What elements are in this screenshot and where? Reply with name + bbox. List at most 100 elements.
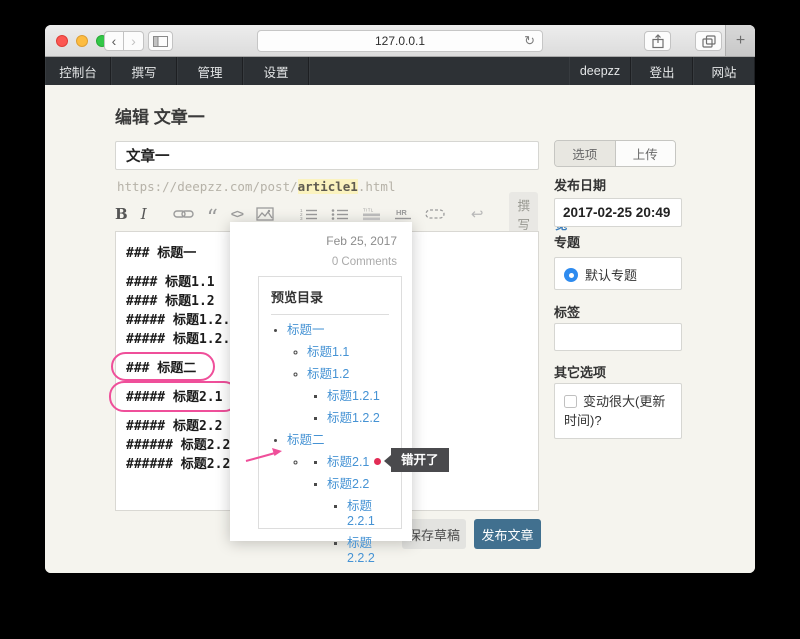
- toc-item: 标题1.2.1: [327, 389, 389, 404]
- code-button[interactable]: <>: [231, 204, 243, 224]
- page-content: 编辑 文章一 https://deepzz.com/post/article1.…: [45, 85, 755, 573]
- share-icon: [651, 34, 665, 49]
- link-button[interactable]: [173, 204, 194, 224]
- toc-item-misplaced: 标题2.1 错开了: [327, 455, 389, 470]
- url-field[interactable]: 127.0.0.1 ↻: [257, 30, 543, 52]
- hr-button[interactable]: HR: [394, 204, 412, 224]
- hr-icon: HR: [394, 207, 412, 221]
- preview-overlay: Feb 25, 2017 0 Comments 预览目录 标题一 标题1.1 标…: [230, 222, 412, 541]
- post-date: Feb 25, 2017: [326, 234, 397, 248]
- sidebar-tabs: 选项 上传: [554, 140, 676, 167]
- share-button[interactable]: [644, 31, 671, 51]
- toc-link-2-1[interactable]: 标题2.1: [327, 455, 369, 469]
- svg-text:3: 3: [300, 216, 303, 221]
- ordered-list-button[interactable]: 123: [300, 204, 318, 224]
- undo-button[interactable]: ↩: [471, 204, 484, 224]
- radio-selected-icon[interactable]: [564, 268, 578, 282]
- toc-list: 标题一 标题1.1 标题1.2 标题1.2.1 标题1.2.2 标题二: [271, 323, 389, 566]
- toc-link-1-2-1[interactable]: 标题1.2.1: [327, 389, 380, 403]
- sidebar-icon: [153, 36, 168, 47]
- error-dot-icon: [374, 458, 381, 465]
- italic-button[interactable]: I: [141, 204, 147, 224]
- browser-window: ‹ › 127.0.0.1 ↻ + 控制台 撰写 管理 设置 deepzz 登出…: [45, 25, 755, 573]
- toc-link-1-1[interactable]: 标题1.1: [307, 345, 349, 359]
- post-url-slug: article1: [298, 179, 358, 194]
- new-tab-button[interactable]: +: [725, 25, 755, 56]
- toc-box: 预览目录 标题一 标题1.1 标题1.2 标题1.2.1 标题1.2.2: [258, 276, 402, 529]
- tab-overview-button[interactable]: [695, 31, 722, 51]
- sidebar-toggle-button[interactable]: [148, 31, 173, 51]
- topic-label: 专题: [554, 232, 580, 251]
- unordered-list-icon: [331, 208, 349, 221]
- toc-link-2-2-2[interactable]: 标题2.2.2: [347, 536, 375, 565]
- post-url-suffix: .html: [358, 179, 396, 194]
- tags-label: 标签: [554, 302, 580, 321]
- heading-button[interactable]: TITL: [362, 204, 381, 224]
- fence-button[interactable]: [425, 204, 445, 224]
- tabs-icon: [702, 35, 716, 48]
- traffic-lights: [56, 35, 108, 47]
- post-title-input[interactable]: [115, 141, 539, 170]
- toc-item: 标题二 标题2.1 错开了 标题2.2: [287, 433, 389, 566]
- toc-link-2-2[interactable]: 标题2.2: [327, 477, 369, 491]
- publish-date-input[interactable]: [554, 198, 682, 227]
- publish-button[interactable]: 发布文章: [474, 519, 541, 549]
- nav-item-manage[interactable]: 管理: [177, 57, 243, 85]
- toc-item: 标题2.2.1: [347, 499, 389, 529]
- image-button[interactable]: [256, 204, 274, 224]
- tab-upload[interactable]: 上传: [615, 141, 676, 166]
- ordered-list-icon: 123: [300, 208, 318, 221]
- nav-item-dashboard[interactable]: 控制台: [45, 57, 111, 85]
- nav-item-username[interactable]: deepzz: [569, 57, 631, 85]
- toc-empty-level: 标题2.1 错开了 标题2.2 标题2.2.1 标题2.2.2: [307, 455, 389, 566]
- toc-link-1-2-2[interactable]: 标题1.2.2: [327, 411, 380, 425]
- reload-icon[interactable]: ↻: [524, 33, 535, 49]
- admin-navbar: 控制台 撰写 管理 设置 deepzz 登出 网站: [45, 57, 755, 85]
- nav-item-logout[interactable]: 登出: [631, 57, 693, 85]
- toc-item: 标题1.2 标题1.2.1 标题1.2.2: [307, 367, 389, 426]
- other-options-label: 其它选项: [554, 362, 606, 381]
- unordered-list-button[interactable]: [331, 204, 349, 224]
- svg-text:HR: HR: [396, 208, 407, 217]
- back-button[interactable]: ‹: [104, 31, 124, 51]
- toc-link-1[interactable]: 标题一: [287, 323, 325, 337]
- quote-button[interactable]: “: [207, 204, 218, 224]
- minimize-button[interactable]: [76, 35, 88, 47]
- update-time-option-label[interactable]: 变动很大(更新时间)?: [564, 394, 665, 428]
- toc-item: 标题1.2.2: [327, 411, 389, 426]
- error-tooltip: 错开了: [391, 448, 449, 472]
- toc-title: 预览目录: [271, 287, 389, 315]
- toc-item: 标题2.2 标题2.2.1 标题2.2.2: [327, 477, 389, 566]
- url-text: 127.0.0.1: [375, 34, 425, 48]
- browser-titlebar: ‹ › 127.0.0.1 ↻ +: [45, 25, 755, 57]
- comments-count: 0 Comments: [332, 256, 397, 268]
- toc-item: 标题一 标题1.1 标题1.2 标题1.2.1 标题1.2.2: [287, 323, 389, 426]
- link-icon: [173, 207, 194, 221]
- heading-icon: TITL: [362, 207, 381, 221]
- toc-link-2[interactable]: 标题二: [287, 433, 325, 447]
- topic-option-label[interactable]: 默认专题: [585, 268, 637, 283]
- tags-input[interactable]: [554, 323, 682, 351]
- checkbox-icon[interactable]: [564, 395, 577, 408]
- nav-item-settings[interactable]: 设置: [243, 57, 309, 85]
- fence-icon: [425, 208, 445, 220]
- topic-box: 默认专题: [554, 257, 682, 290]
- post-url: https://deepzz.com/post/article1.html: [117, 179, 395, 194]
- other-options-box: 变动很大(更新时间)?: [554, 383, 682, 439]
- toc-item: 标题1.1: [307, 345, 389, 360]
- plus-icon: +: [736, 32, 745, 50]
- toc-link-2-2-1[interactable]: 标题2.2.1: [347, 499, 375, 528]
- write-tab[interactable]: 撰写: [509, 192, 538, 236]
- nav-item-site[interactable]: 网站: [693, 57, 755, 85]
- close-button[interactable]: [56, 35, 68, 47]
- publish-date-label: 发布日期: [554, 175, 606, 194]
- nav-item-write[interactable]: 撰写: [111, 57, 177, 85]
- svg-text:TITL: TITL: [363, 208, 374, 213]
- toc-link-1-2[interactable]: 标题1.2: [307, 367, 349, 381]
- page-title: 编辑 文章一: [115, 103, 205, 128]
- forward-button[interactable]: ›: [124, 31, 144, 51]
- toc-item: 标题2.2.2: [347, 536, 389, 566]
- bold-button[interactable]: B: [115, 204, 128, 224]
- nav-spacer: [309, 57, 569, 85]
- tab-options[interactable]: 选项: [555, 141, 615, 166]
